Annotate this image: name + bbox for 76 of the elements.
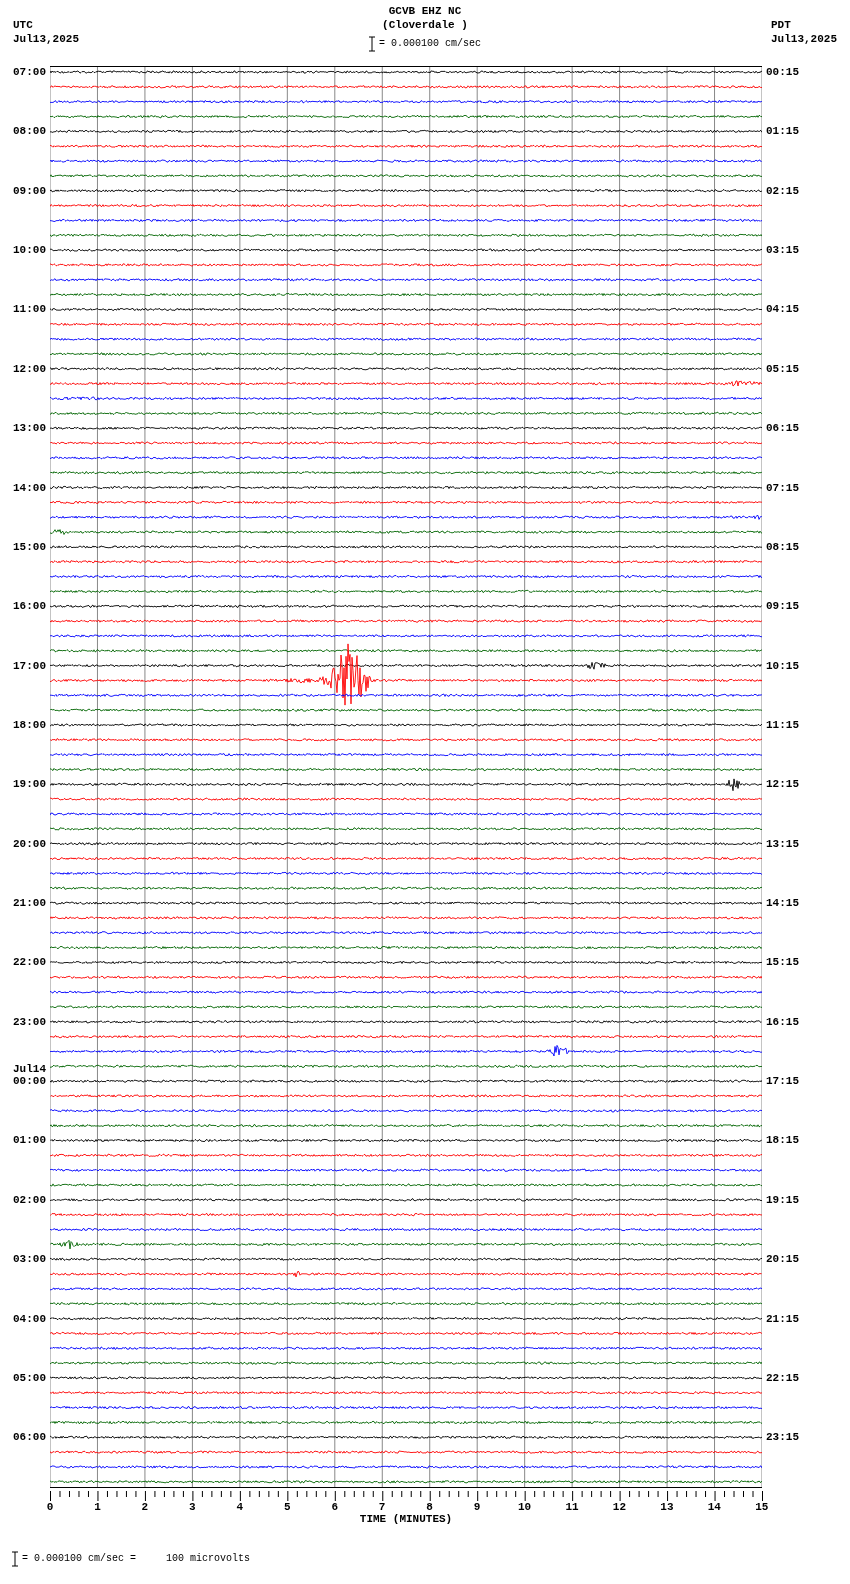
pdt-hour-label: 10:15 — [766, 659, 799, 672]
pdt-hour-label: 05:15 — [766, 362, 799, 375]
scale-text: = 0.000100 cm/sec — [379, 37, 481, 51]
utc-hour-label: 10:00 — [13, 244, 47, 257]
pdt-hour-label: 01:15 — [766, 125, 799, 138]
pdt-hour-label: 19:15 — [766, 1193, 799, 1206]
utc-hour-label: 00:00 — [13, 1075, 47, 1088]
time-tick-label: 14 — [706, 1500, 722, 1513]
pdt-hour-label: 04:15 — [766, 303, 799, 316]
utc-hour-label: 02:00 — [13, 1193, 47, 1206]
pdt-hour-label: 22:15 — [766, 1371, 799, 1384]
utc-hour-label: 07:00 — [13, 66, 47, 78]
utc-hour-label: 16:00 — [13, 600, 47, 613]
utc-hour-label: 08:00 — [13, 125, 47, 138]
time-tick-label: 0 — [45, 1500, 55, 1513]
pdt-hour-label: 13:15 — [766, 837, 799, 850]
pdt-hour-label: 08:15 — [766, 540, 799, 553]
calibration-text: = 0.000100 cm/sec = 100 microvolts — [22, 1552, 251, 1567]
pdt-hour-label: 18:15 — [766, 1134, 799, 1147]
utc-hour-label: 03:00 — [13, 1253, 47, 1266]
pdt-hour-label: 17:15 — [766, 1075, 799, 1088]
time-tick-label: 13 — [659, 1500, 675, 1513]
time-tick-label: 5 — [282, 1500, 292, 1513]
scale-bar-icon — [12, 1550, 18, 1567]
time-tick-label: 2 — [140, 1500, 150, 1513]
pdt-hour-label: 21:15 — [766, 1312, 799, 1325]
pdt-label: PDT — [771, 18, 791, 32]
utc-label: UTC — [13, 18, 34, 32]
utc-hour-label: 05:00 — [13, 1371, 47, 1384]
time-tick-label: 9 — [472, 1500, 482, 1513]
pdt-hour-label: 06:15 — [766, 422, 799, 435]
end-date: Jul13,2025 — [771, 32, 837, 46]
time-tick-label: 10 — [516, 1500, 533, 1513]
time-tick-label: 1 — [93, 1500, 102, 1513]
time-tick-label: 3 — [188, 1500, 197, 1513]
pdt-hour-label: 07:15 — [766, 481, 799, 494]
station-title: GCVB EHZ NC — [388, 4, 462, 18]
scale-bar-icon — [369, 36, 375, 52]
utc-hour-label: 11:00 — [13, 303, 47, 316]
utc-hour-label: 22:00 — [13, 956, 47, 969]
date-label: Jul14 — [13, 1062, 46, 1077]
pdt-hour-label: 15:15 — [766, 956, 799, 969]
pdt-hour-label: 02:15 — [766, 184, 799, 197]
utc-hour-label: 19:00 — [13, 778, 47, 791]
utc-hour-label: 18:00 — [13, 718, 47, 731]
utc-hour-label: 04:00 — [13, 1312, 47, 1325]
pdt-hour-label: 14:15 — [766, 897, 799, 910]
time-tick-label: 15 — [754, 1500, 770, 1513]
axis-title: TIME (MINUTES) — [359, 1512, 453, 1525]
utc-hour-label: 06:00 — [13, 1431, 47, 1444]
start-date: Jul13,2025 — [13, 32, 79, 46]
pdt-hour-label: 00:15 — [766, 66, 799, 78]
utc-hour-label: 15:00 — [13, 540, 47, 553]
utc-hour-label: 14:00 — [13, 481, 47, 494]
pdt-hour-label: 23:15 — [766, 1431, 799, 1444]
utc-hour-label: 21:00 — [13, 897, 47, 910]
station-location: (Cloverdale ) — [382, 18, 468, 32]
time-tick-label: 8 — [425, 1500, 434, 1513]
utc-hour-label: 20:00 — [13, 837, 47, 850]
pdt-hour-label: 11:15 — [766, 718, 799, 731]
utc-hour-label: 09:00 — [13, 184, 47, 197]
pdt-hour-label: 12:15 — [766, 778, 799, 791]
time-tick-label: 12 — [611, 1500, 628, 1513]
utc-hour-label: 12:00 — [13, 362, 47, 375]
time-tick-label: 11 — [564, 1500, 580, 1513]
time-tick-label: 7 — [377, 1500, 387, 1513]
time-tick-label: 4 — [235, 1500, 245, 1513]
utc-hour-label: 13:00 — [13, 422, 47, 435]
pdt-hour-label: 16:15 — [766, 1015, 799, 1028]
time-tick-label: 6 — [330, 1500, 339, 1513]
pdt-hour-label: 09:15 — [766, 600, 799, 613]
utc-hour-label: 01:00 — [13, 1134, 47, 1147]
pdt-hour-label: 03:15 — [766, 244, 799, 257]
utc-hour-label: 23:00 — [13, 1015, 47, 1028]
pdt-hour-label: 20:15 — [766, 1253, 799, 1266]
utc-hour-label: 17:00 — [13, 659, 47, 672]
